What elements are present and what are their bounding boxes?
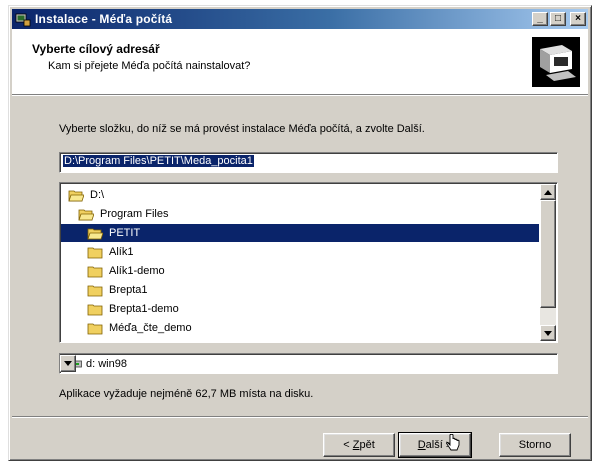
folder-item[interactable]: D:\ <box>68 186 107 204</box>
install-path-value: D:\Program Files\PETIT\Meda_pocita1 <box>63 155 254 167</box>
folder-label: Brepta1-demo <box>109 303 179 315</box>
folder-label: PETIT <box>109 227 141 239</box>
instruction-text: Vyberte složku, do níž se má provést ins… <box>59 123 425 135</box>
close-icon: × <box>575 13 581 24</box>
folder-icon <box>87 304 103 315</box>
folder-icon <box>87 266 103 277</box>
back-button[interactable]: < Zpět <box>323 433 395 457</box>
scroll-down-button[interactable] <box>540 325 556 341</box>
folder-label: Brepta1 <box>109 284 148 296</box>
page-subtitle: Kam si přejete Méďa počítá nainstalovat? <box>48 60 251 72</box>
maximize-button[interactable]: □ <box>550 12 566 26</box>
minimize-icon: _ <box>537 13 543 24</box>
close-button[interactable]: × <box>570 12 586 26</box>
folder-item[interactable]: Brepta1 <box>87 281 151 299</box>
installer-app-icon <box>15 13 31 27</box>
open-folder-icon <box>68 190 84 201</box>
button-divider <box>12 416 588 418</box>
open-folder-icon <box>78 209 94 220</box>
next-label-mnemonic: D <box>417 439 426 451</box>
next-button[interactable]: Další > <box>398 432 472 458</box>
page-title: Vyberte cílový adresář <box>32 42 160 56</box>
folder-item[interactable]: Alík1-demo <box>87 262 168 280</box>
hand-cursor-icon <box>446 434 460 451</box>
back-label-mnemonic: Z <box>352 439 360 451</box>
back-label-rest: pět <box>359 439 375 451</box>
open-folder-icon <box>87 228 103 239</box>
folder-label: Alík1-demo <box>109 265 165 277</box>
folder-item[interactable]: Alík1 <box>87 243 136 261</box>
window-controls: _ □ × <box>532 12 586 26</box>
folder-icon <box>87 247 103 258</box>
drive-select[interactable]: d: win98 <box>59 353 558 374</box>
arrow-up-icon <box>544 189 552 195</box>
scroll-thumb[interactable] <box>540 200 556 308</box>
chevron-down-icon <box>64 361 72 366</box>
folder-label: Program Files <box>100 208 169 220</box>
cancel-label: Storno <box>518 439 552 451</box>
title-bar[interactable]: Instalace - Méďa počítá _ □ × <box>12 9 588 29</box>
folder-label: Méďa_čte_demo <box>109 322 192 334</box>
install-path-input[interactable]: D:\Program Files\PETIT\Meda_pocita1 <box>59 152 558 173</box>
arrow-down-icon <box>544 330 552 336</box>
folder-scrollbar[interactable] <box>540 184 556 341</box>
folder-icon <box>87 323 103 334</box>
folder-item-selected[interactable]: PETIT <box>61 224 539 242</box>
maximize-icon: □ <box>554 13 562 24</box>
folder-label: Alík1 <box>109 246 134 258</box>
minimize-button[interactable]: _ <box>532 12 548 26</box>
scroll-up-button[interactable] <box>540 184 556 200</box>
window-title: Instalace - Méďa počítá <box>35 12 173 26</box>
installer-window: Instalace - Méďa počítá _ □ × Vyberte cí… <box>8 5 592 461</box>
disk-space-info: Aplikace vyžaduje nejméně 62,7 MB místa … <box>59 388 314 400</box>
folder-tree[interactable]: D:\ Program Files PETIT Alík1 Alík1-demo… <box>59 182 558 343</box>
computer-box-icon <box>532 37 580 87</box>
folder-item[interactable]: Program Files <box>78 205 171 223</box>
folder-item[interactable]: Brepta1-demo <box>87 300 182 318</box>
cancel-button[interactable]: Storno <box>499 433 571 457</box>
folder-item[interactable]: Méďa_čte_demo <box>87 319 195 337</box>
drive-dropdown-button[interactable] <box>60 355 76 372</box>
wizard-header: Vyberte cílový adresář Kam si přejete Mé… <box>12 29 588 96</box>
back-label-prefix: < <box>343 439 353 451</box>
folder-icon <box>87 285 103 296</box>
drive-value: d: win98 <box>86 357 127 370</box>
folder-label: D:\ <box>90 189 105 201</box>
